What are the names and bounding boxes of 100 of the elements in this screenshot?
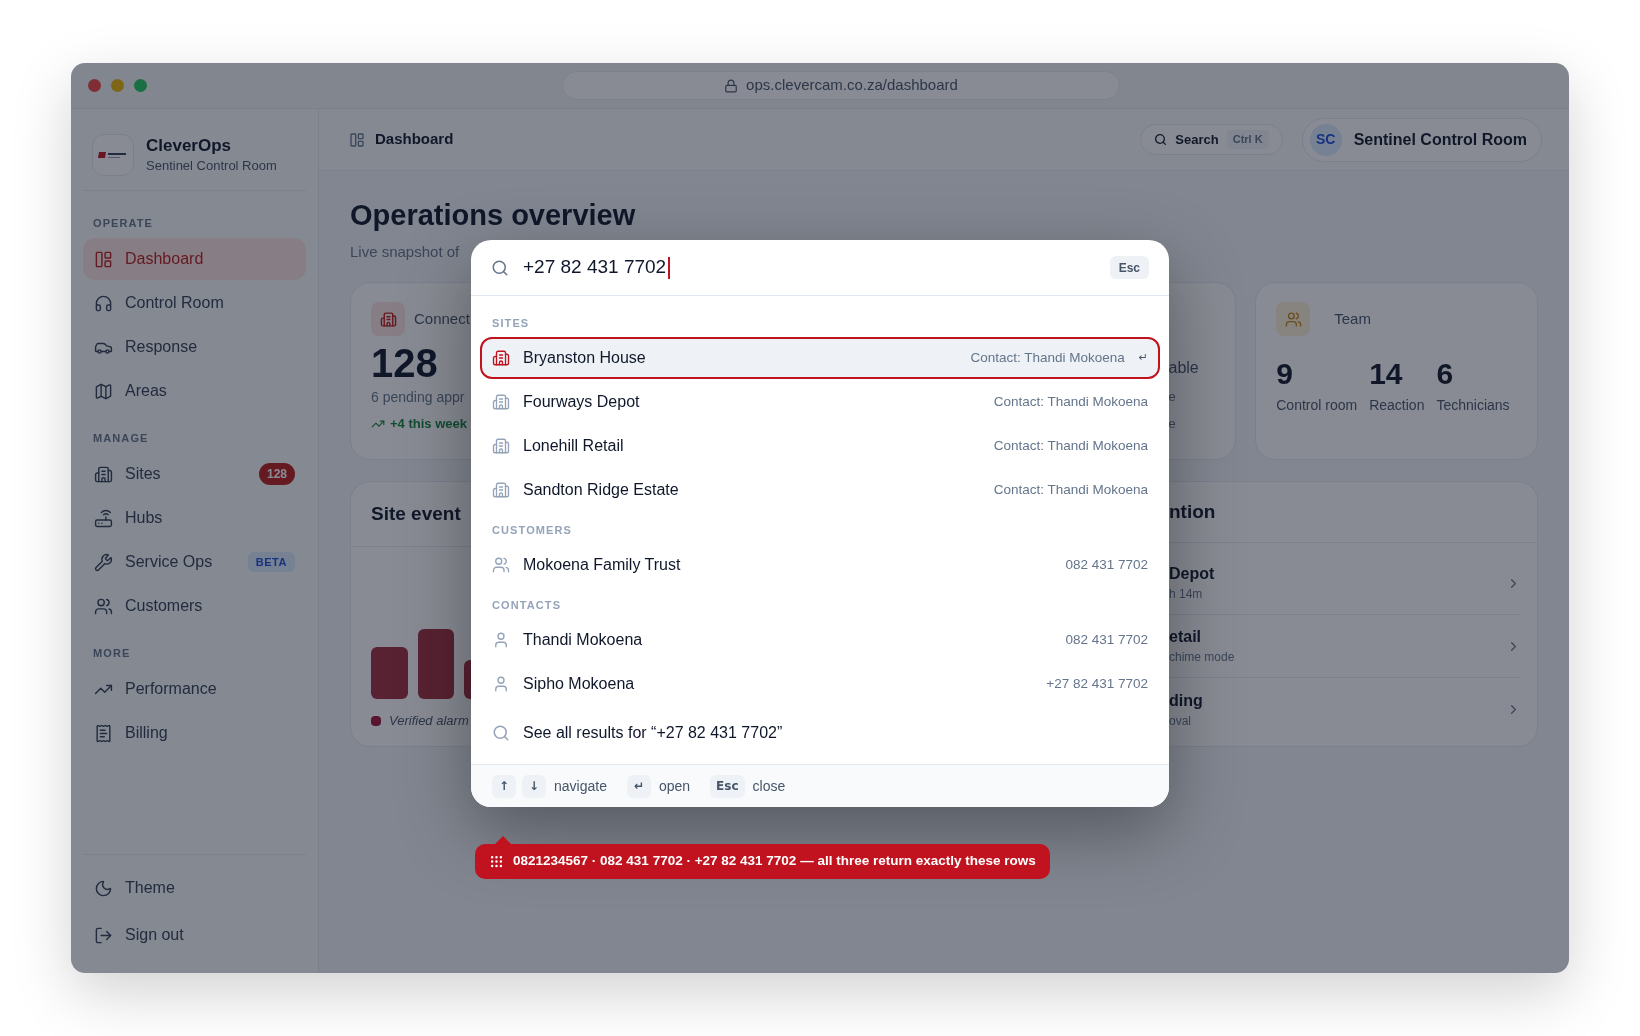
row-title: etail xyxy=(1169,627,1202,647)
row-title: Depot xyxy=(1169,564,1215,584)
group-label: CONTACTS xyxy=(491,598,563,612)
layout-icon xyxy=(349,131,365,148)
key-hint: navigate xyxy=(554,776,607,796)
shortcut-key: Ctrl K xyxy=(1226,130,1269,149)
building-icon xyxy=(492,393,510,411)
result-name: Fourways Depot xyxy=(523,392,640,412)
stat-label: Control room xyxy=(1276,396,1358,415)
card-label: Team xyxy=(1334,308,1371,329)
building-icon xyxy=(492,481,510,499)
row-title: ding xyxy=(1169,690,1203,711)
map-icon xyxy=(94,381,113,401)
wrench-icon xyxy=(94,552,113,572)
key-hint: open xyxy=(658,776,691,796)
result-detail: Contact: Thandi Mokoena xyxy=(970,348,1125,367)
result-row[interactable]: Sandton Ridge Estate Contact: Thandi Mokoena xyxy=(480,469,1160,511)
result-row[interactable]: Lonehill Retail Contact: Thandi Mokoena xyxy=(480,425,1160,467)
card-title: ntion xyxy=(1169,499,1216,524)
key-cap: ↓ xyxy=(522,774,546,798)
nav-item[interactable]: Areas xyxy=(83,370,306,412)
keypad-icon xyxy=(489,854,504,869)
group-label: CUSTOMERS xyxy=(491,523,573,537)
nav-item[interactable]: Service Ops BETA xyxy=(83,541,306,583)
beta-tag: BETA xyxy=(247,552,295,572)
page-subtitle: Live snapshot of xyxy=(350,242,461,262)
brand-name: CleverOps xyxy=(146,135,233,157)
search-icon xyxy=(491,258,509,277)
key-cap: ↵ xyxy=(626,774,651,798)
nav-item[interactable]: Control Room xyxy=(83,282,306,324)
key-cap: ↑ xyxy=(492,774,516,798)
stat-value: 14 xyxy=(1369,357,1404,391)
minimize-window-control[interactable] xyxy=(111,79,124,92)
building-icon xyxy=(94,464,113,484)
breadcrumb[interactable]: Dashboard xyxy=(375,128,454,151)
router-icon xyxy=(94,508,113,528)
building-icon xyxy=(492,349,510,367)
card-title: Site event xyxy=(371,501,461,526)
close-window-control[interactable] xyxy=(88,79,101,92)
stat-label: Reaction xyxy=(1369,396,1425,415)
key-hint: close xyxy=(752,776,786,796)
result-name: Sandton Ridge Estate xyxy=(523,480,679,500)
hint-text: 0821234567 · 082 431 7702 · +27 82 431 7702 — all three return exactly these rows xyxy=(513,852,1036,871)
result-name: Mokoena Family Trust xyxy=(523,555,681,575)
brand-subtitle: Sentinel Control Room xyxy=(146,157,277,175)
result-name: Lonehill Retail xyxy=(523,436,624,456)
result-detail: 082 431 7702 xyxy=(1065,555,1148,574)
headset-icon xyxy=(94,293,113,313)
section-label: MANAGE xyxy=(92,431,150,446)
search-field[interactable]: +27 82 431 7702 xyxy=(523,253,1110,282)
profile-button[interactable]: SC Sentinel Control Room xyxy=(1301,117,1542,162)
see-all-link[interactable]: See all results for “+27 82 431 7702” xyxy=(480,712,1160,754)
nav-item[interactable]: Theme xyxy=(83,867,306,909)
result-row[interactable]: Fourways Depot Contact: Thandi Mokoena xyxy=(480,381,1160,423)
search-icon xyxy=(492,724,510,742)
stat-value: 6 xyxy=(1436,357,1455,391)
result-detail: Contact: Thandi Mokoena xyxy=(993,392,1148,411)
stat-label: Technicians xyxy=(1436,396,1510,415)
nav-item[interactable]: Sites 128 xyxy=(83,453,306,495)
see-all-text: See all results for “+27 82 431 7702” xyxy=(523,723,783,743)
person-icon xyxy=(492,675,510,693)
result-name: Sipho Mokoena xyxy=(523,674,635,694)
card-text: e xyxy=(1168,388,1177,406)
result-row[interactable]: Bryanston House Contact: Thandi Mokoena ↵ xyxy=(480,337,1160,379)
nav-item[interactable]: Dashboard xyxy=(83,238,306,280)
building-icon xyxy=(492,437,510,455)
row-detail: chime mode xyxy=(1169,649,1235,666)
people-icon xyxy=(94,596,113,616)
url-text: ops.clevercam.co.za/dashboard xyxy=(746,75,958,96)
stat-value: 9 xyxy=(1276,357,1294,391)
result-detail: 082 431 7702 xyxy=(1065,630,1148,649)
avatar-initials: SC xyxy=(1309,123,1342,156)
legend-swatch xyxy=(371,715,381,726)
nav-item[interactable]: Customers xyxy=(83,585,306,627)
nav-item[interactable]: Response xyxy=(83,326,306,368)
people-icon xyxy=(492,556,510,574)
nav-item[interactable]: Hubs xyxy=(83,497,306,539)
result-name: Thandi Mokoena xyxy=(523,630,643,650)
group-label: SITES xyxy=(491,316,531,330)
search-icon xyxy=(1154,133,1168,146)
esc-key[interactable]: Esc xyxy=(1109,256,1149,279)
result-detail: Contact: Thandi Mokoena xyxy=(993,480,1148,499)
stat-value: 128 xyxy=(371,343,438,383)
person-icon xyxy=(492,631,510,649)
card-text: e xyxy=(1168,415,1177,433)
trend-text: +4 this week xyxy=(390,415,467,433)
result-name: Bryanston House xyxy=(523,348,646,368)
address-bar[interactable]: ops.clevercam.co.za/dashboard xyxy=(562,71,1120,100)
key-cap: Esc xyxy=(710,774,745,798)
count-badge: 128 xyxy=(258,463,295,485)
people-icon xyxy=(1276,302,1311,336)
layout-icon xyxy=(94,249,113,269)
page-title: Operations overview xyxy=(350,198,637,233)
search-button[interactable]: Search Ctrl K xyxy=(1140,124,1283,155)
nav-item[interactable]: Sign out xyxy=(83,914,306,956)
nav-item[interactable]: Billing xyxy=(83,712,306,754)
nav-item[interactable]: Performance xyxy=(83,668,306,710)
section-label: MORE xyxy=(92,646,132,661)
result-detail: Contact: Thandi Mokoena xyxy=(993,436,1148,455)
zoom-window-control[interactable] xyxy=(134,79,147,92)
